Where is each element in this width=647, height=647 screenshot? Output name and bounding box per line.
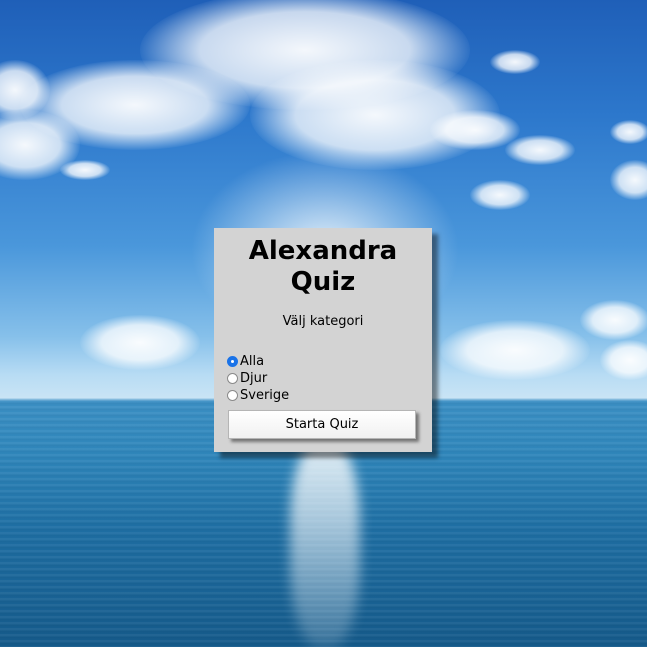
cloud	[600, 340, 647, 380]
radio-sverige[interactable]	[227, 390, 238, 401]
category-label-alla: Alla	[240, 354, 265, 369]
radio-djur[interactable]	[227, 373, 238, 384]
category-option-djur[interactable]: Djur	[227, 370, 418, 387]
start-quiz-button[interactable]: Starta Quiz	[228, 410, 416, 439]
cloud	[440, 320, 590, 380]
category-option-sverige[interactable]: Sverige	[227, 387, 418, 404]
radio-alla[interactable]	[227, 356, 238, 367]
quiz-title: Alexandra Quiz	[248, 236, 398, 297]
cloud	[470, 180, 530, 210]
category-label-djur: Djur	[240, 371, 268, 386]
cloud	[580, 300, 647, 340]
cloud	[505, 135, 575, 165]
cloud	[80, 315, 200, 370]
cloud	[610, 120, 647, 144]
sun-reflection	[290, 440, 360, 647]
category-label-sverige: Sverige	[240, 388, 290, 403]
category-option-alla[interactable]: Alla	[227, 353, 418, 370]
category-prompt: Välj kategori	[282, 314, 364, 329]
category-options: Alla Djur Sverige	[227, 353, 418, 404]
cloud	[60, 160, 110, 180]
cloud	[610, 160, 647, 200]
quiz-panel: Alexandra Quiz Välj kategori Alla Djur S…	[214, 228, 432, 452]
cloud	[490, 50, 540, 74]
